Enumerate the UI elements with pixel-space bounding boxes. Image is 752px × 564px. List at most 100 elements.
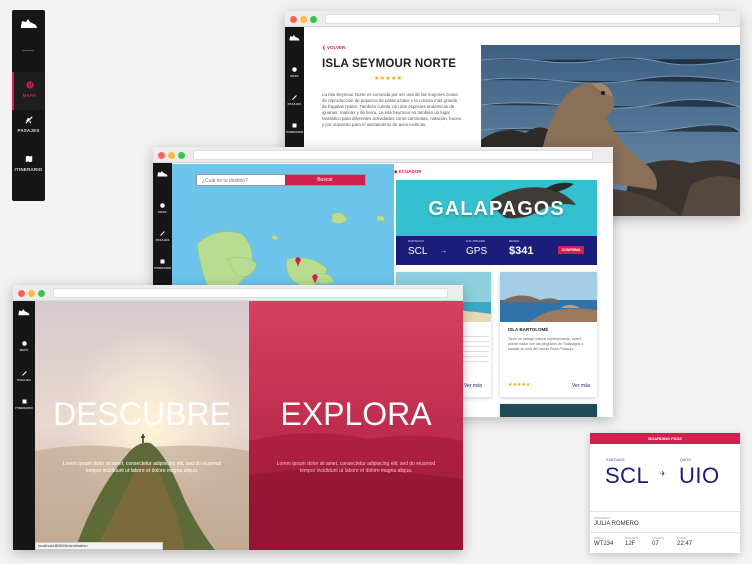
nav-label-mapa: MAPA: [22, 93, 37, 98]
sidebar-item-pasajes[interactable]: PASAJES: [285, 95, 304, 106]
destination-search: Buscar: [196, 174, 366, 186]
sidebar-label: PASAJES: [287, 102, 302, 106]
close-button[interactable]: [18, 290, 25, 297]
divider: [22, 50, 34, 51]
boarding-pass: BOARDING PASS SANTIAGO SCL ✈ QUITO UIO P…: [590, 433, 740, 553]
passenger-label: PASAJERO: [594, 516, 610, 520]
discover-title: DESCUBRE: [53, 396, 231, 432]
landing-window: MAPA PASAJES ITINERARIO DESCUBRE Lorem i…: [13, 285, 463, 550]
plane-icon: ✈: [660, 471, 666, 478]
sidebar-item-pasajes[interactable]: PASAJES: [13, 371, 35, 382]
sidebar-item-mapa[interactable]: MAPA: [285, 67, 304, 78]
globe-icon: [292, 67, 297, 72]
shoe-logo-icon: [21, 19, 37, 28]
destination-hero: GALAPAGOS SANTIAGO SCL → GALAPAGOS GPS D…: [396, 180, 597, 265]
destination-city: QUITO: [680, 458, 692, 462]
sidebar-label: ITINERARIO: [153, 266, 172, 270]
divider: [590, 532, 740, 533]
map-icon: [160, 259, 165, 264]
back-link[interactable]: ❮ VOLVER: [322, 45, 345, 51]
bartolome-image: [500, 272, 597, 322]
rating-stars: ★★★★★: [374, 76, 403, 82]
nav-label-itinerario: ITINERARIO: [14, 167, 43, 172]
globe-icon: [21, 341, 27, 346]
breadcrumb[interactable]: ◆ ECUADOR: [394, 169, 421, 175]
see-more-link[interactable]: Ver más: [464, 383, 482, 389]
sidebar-label: MAPA: [158, 210, 167, 214]
destination-code: GPS: [466, 246, 488, 257]
gate-label: PUERTA: [652, 536, 664, 540]
destination-card[interactable]: ISLA BARTOLOMÉ Tiene un paisaje natural …: [500, 272, 597, 397]
sidebar-item-pasajes[interactable]: PASAJES: [153, 231, 172, 242]
time-label: HORA: [677, 536, 686, 540]
maximize-button[interactable]: [38, 290, 45, 297]
destination-label: GALAPAGOS: [466, 239, 486, 243]
flight-offer: SANTIAGO SCL → GALAPAGOS GPS DESDE $341 …: [396, 236, 597, 265]
sidebar-label: ITINERARIO: [285, 130, 304, 134]
nav-item-mapa[interactable]: MAPA: [12, 72, 45, 110]
divider: [590, 511, 740, 512]
origin-code: SCL: [605, 463, 650, 488]
address-bar[interactable]: [193, 150, 593, 160]
nav-item-itinerario[interactable]: ITINERARIO: [12, 155, 45, 193]
search-input[interactable]: [202, 176, 282, 185]
search-button[interactable]: Buscar: [285, 175, 365, 185]
card-rating: ★★★★★: [508, 382, 531, 388]
breadcrumb-label: ECUADOR: [398, 169, 422, 174]
plane-icon: [24, 116, 33, 124]
destination-card[interactable]: [500, 404, 597, 417]
browser-titlebar: [285, 11, 740, 27]
boarding-pass-header: BOARDING PASS: [590, 433, 740, 444]
minimize-button[interactable]: [300, 16, 307, 23]
globe-icon: [25, 81, 34, 89]
island-description: La Isla Seymour Norte es conocida por se…: [322, 92, 462, 128]
flight-value: WT234: [594, 541, 614, 547]
plane-icon: [160, 231, 165, 236]
maximize-button[interactable]: [178, 152, 185, 159]
card-description: Tiene un paisaje natural impresionante, …: [508, 337, 584, 351]
plane-icon: [292, 95, 297, 100]
close-button[interactable]: [158, 152, 165, 159]
gate-value: 07: [652, 541, 659, 547]
sidebar-item-mapa[interactable]: MAPA: [153, 203, 172, 214]
sidebar-item-mapa[interactable]: MAPA: [13, 341, 35, 352]
page-title: ISLA SEYMOUR NORTE: [322, 58, 457, 70]
address-bar[interactable]: [325, 14, 720, 24]
close-button[interactable]: [290, 16, 297, 23]
explore-title: EXPLORA: [280, 396, 432, 432]
origin-code: SCL: [408, 246, 428, 257]
sidebar-item-itinerario[interactable]: ITINERARIO: [153, 259, 172, 270]
sidebar-item-itinerario[interactable]: ITINERARIO: [13, 399, 35, 410]
time-value: 22:47: [677, 541, 693, 547]
minimize-button[interactable]: [168, 152, 175, 159]
sidebar-item-itinerario[interactable]: ITINERARIO: [285, 123, 304, 134]
shoe-logo-icon: [157, 170, 168, 177]
see-more-link[interactable]: Ver más: [572, 383, 590, 389]
nav-item-pasajes[interactable]: PASAJES: [12, 116, 45, 154]
discover-text: Lorem ipsum dolor sit amet, consectetur …: [62, 461, 222, 474]
sidebar-label: MAPA: [19, 348, 29, 352]
browser-titlebar: [153, 147, 613, 163]
app-sidebar: MAPA PASAJES ITINERARIO: [13, 301, 35, 550]
origin-label: SANTIAGO: [408, 239, 424, 243]
navigation-sidebar: MAPA PASAJES ITINERARIO: [12, 10, 45, 201]
card-title: ISLA BARTOLOMÉ: [508, 327, 549, 332]
maximize-button[interactable]: [310, 16, 317, 23]
seat-value: 12F: [625, 541, 636, 547]
discover-panel[interactable]: DESCUBRE Lorem ipsum dolor sit amet, con…: [35, 301, 249, 550]
shoe-logo-icon: [289, 34, 300, 41]
address-bar[interactable]: [53, 288, 448, 298]
status-bar-url: localhost:8080/#/destination: [35, 542, 163, 550]
map-icon: [22, 399, 26, 404]
back-label: VOLVER: [327, 45, 346, 50]
confirm-button[interactable]: CONFIRMA: [558, 246, 584, 254]
arrow-icon: →: [440, 248, 447, 255]
minimize-button[interactable]: [28, 290, 35, 297]
price-label: DESDE: [509, 239, 520, 243]
destination-code: UIO: [679, 463, 720, 488]
shoe-logo-icon: [18, 309, 30, 316]
explore-panel[interactable]: EXPLORA Lorem ipsum dolor sit amet, cons…: [249, 301, 463, 550]
sidebar-label: MAPA: [290, 74, 299, 78]
explore-text: Lorem ipsum dolor sit amet, consectetur …: [276, 461, 436, 474]
flight-label: VUELO: [594, 536, 605, 540]
